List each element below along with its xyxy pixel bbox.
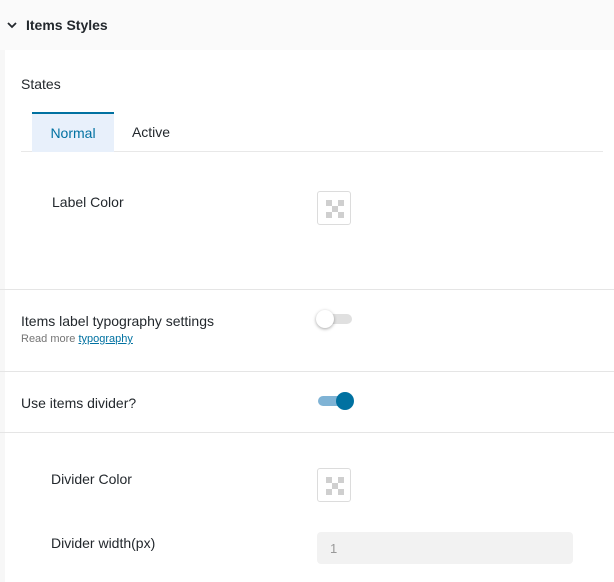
- divider-width-label: Divider width(px): [51, 535, 156, 551]
- state-tabs: Normal Active: [21, 112, 603, 152]
- section-divider: [0, 371, 614, 372]
- use-divider-label: Use items divider?: [21, 395, 137, 411]
- states-label: States: [21, 76, 61, 92]
- toggle-knob: [336, 392, 354, 410]
- panel-title: Items Styles: [26, 17, 108, 33]
- label-color-label: Label Color: [52, 194, 124, 210]
- section-divider: [0, 289, 614, 290]
- divider-color-picker[interactable]: [317, 468, 351, 502]
- divider-width-input[interactable]: [317, 532, 573, 564]
- transparent-color-icon: [326, 200, 344, 218]
- divider-color-label: Divider Color: [51, 471, 132, 487]
- use-divider-toggle[interactable]: [316, 391, 354, 411]
- tab-active[interactable]: Active: [114, 112, 188, 152]
- read-more-text: Read more: [21, 333, 76, 345]
- panel-body: States Normal Active Label Color Items l…: [0, 50, 614, 582]
- panel-header[interactable]: Items Styles: [0, 0, 614, 50]
- transparent-color-icon: [326, 477, 344, 495]
- typography-link[interactable]: typography: [78, 333, 132, 345]
- section-divider: [0, 432, 614, 433]
- tab-normal[interactable]: Normal: [32, 112, 114, 152]
- chevron-down-icon[interactable]: [6, 19, 18, 31]
- label-color-picker[interactable]: [317, 191, 351, 225]
- typography-label: Items label typography settings: [21, 313, 214, 329]
- typography-toggle[interactable]: [316, 309, 354, 329]
- left-strip: [0, 50, 5, 582]
- toggle-knob: [316, 310, 334, 328]
- typography-description: Read more typography: [21, 333, 133, 345]
